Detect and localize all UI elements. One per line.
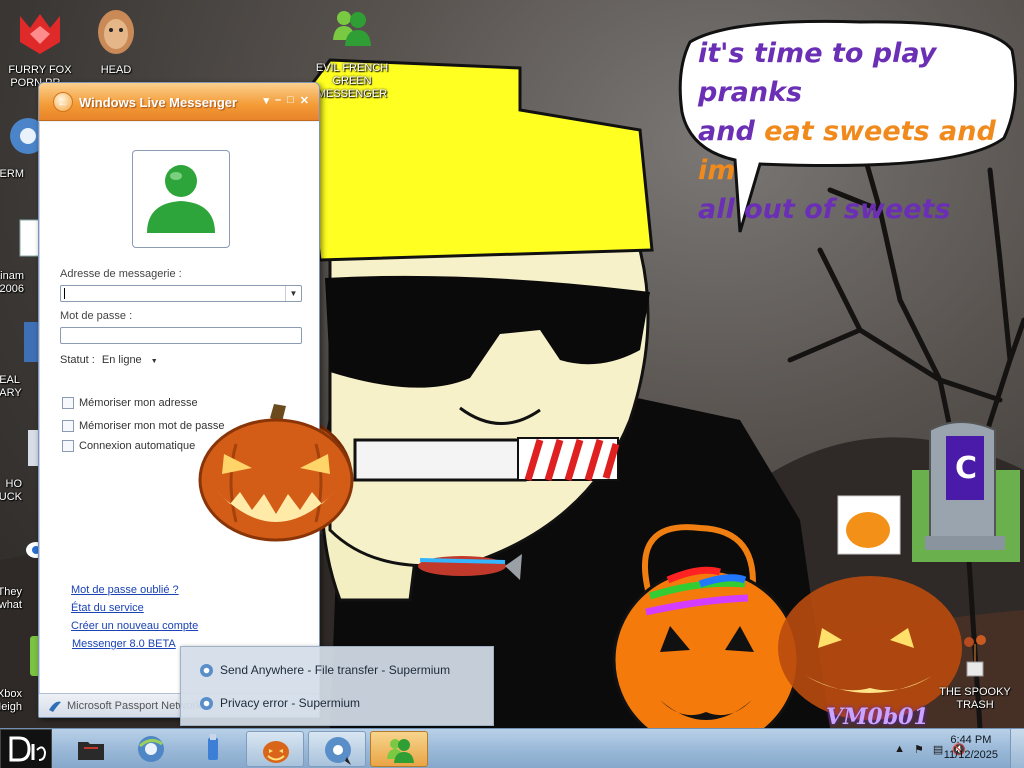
desktop-icon-furry-fox[interactable]: FURRY FOX PORN PR...: [0, 8, 80, 90]
taskbar-item-browser[interactable]: [122, 731, 180, 767]
password-label: Mot de passe :: [60, 310, 133, 322]
taskbar-item-pumpkin[interactable]: [246, 731, 304, 767]
checkbox-box: [62, 397, 74, 409]
tray-expand-icon[interactable]: ▲: [894, 743, 905, 755]
password-field[interactable]: [60, 327, 302, 344]
speech-line-3: all out of sweets: [698, 194, 951, 225]
speech-line-1: it's time to play pranks: [698, 38, 937, 108]
pumpkin-icon: [263, 741, 289, 763]
supermium-icon: [325, 737, 351, 765]
service-status-link[interactable]: État du service: [71, 602, 144, 614]
desktop-icon-evil-french-messenger[interactable]: EVIL FRENCH GREEN MESSENGER: [312, 6, 392, 101]
messenger-window: ← Windows Live Messenger ▾ – □ ✕ Adresse…: [38, 82, 320, 718]
fox-logo-icon: [20, 14, 60, 54]
checkbox-box: [62, 440, 74, 452]
create-account-link[interactable]: Créer un nouveau compte: [71, 620, 198, 632]
pumpkin-sticker: [198, 404, 354, 542]
checkbox-box: [62, 420, 74, 432]
action-center-flag-icon[interactable]: ⚑: [914, 743, 924, 756]
speech-line-2: and eat sweets and im: [698, 116, 996, 186]
taskbar-clock[interactable]: 6:44 PM 11/12/2025: [944, 733, 998, 763]
messenger-titlebar[interactable]: ← Windows Live Messenger ▾ – □ ✕: [39, 83, 319, 121]
text-caret: [64, 288, 65, 299]
remember-address-checkbox[interactable]: Mémoriser mon adresse: [62, 397, 198, 409]
status-dropdown-icon: ▼: [150, 358, 158, 365]
taskbar-item-usb[interactable]: [184, 731, 242, 767]
minimize-button[interactable]: –: [275, 94, 281, 107]
passport-icon: [49, 701, 61, 712]
window-list-item-privacy-error[interactable]: Privacy error - Supermium: [199, 692, 360, 714]
email-dropdown-button[interactable]: ▼: [285, 286, 301, 301]
supermium-icon: [200, 663, 213, 677]
window-title: Windows Live Messenger: [79, 95, 238, 110]
window-list-item-send-anywhere[interactable]: Send Anywhere - File transfer - Supermiu…: [199, 659, 450, 681]
taskbar-item-folder[interactable]: [62, 731, 120, 767]
back-arrow-icon[interactable]: ←: [53, 92, 73, 112]
clock-date: 11/12/2025: [943, 749, 998, 761]
taskbar-item-messenger[interactable]: [370, 731, 428, 767]
network-icon[interactable]: ▤: [933, 743, 943, 756]
recycle-bin-icon: [964, 635, 986, 677]
start-button[interactable]: [0, 729, 52, 768]
signature-text: VM0b01: [826, 704, 929, 728]
display-picture[interactable]: [132, 150, 230, 248]
close-button[interactable]: ✕: [300, 94, 309, 107]
show-desktop-button[interactable]: [1010, 729, 1024, 768]
usb-drive-icon: [208, 734, 218, 760]
taskbar-item-supermium[interactable]: [308, 731, 366, 767]
status-value: En ligne: [101, 354, 142, 366]
messenger-buddy-icon: [333, 11, 371, 46]
desktop-icon-spooky-trash[interactable]: THE SPOOKY TRASH: [935, 630, 1015, 712]
browser-icon: [138, 736, 164, 762]
forgot-password-link[interactable]: Mot de passe oublié ?: [71, 584, 179, 596]
messenger-beta-link[interactable]: Messenger 8.0 BETA: [72, 638, 176, 650]
desktop-icon-head[interactable]: HEAD: [76, 8, 156, 77]
status-selector[interactable]: Statut : En ligne ▼: [60, 354, 158, 366]
window-controls: ▾ – □ ✕: [263, 94, 309, 107]
taskbar-window-list: Send Anywhere - File transfer - Supermiu…: [180, 646, 494, 726]
start-logo-icon: [9, 736, 47, 762]
speech-bubble-text: it's time to play pranks and eat sweets …: [698, 34, 1018, 229]
taskbar: ▲ ⚑ ▤ 🔇 6:44 PM 11/12/2025: [0, 728, 1024, 768]
email-label: Adresse de messagerie :: [60, 268, 182, 280]
supermium-icon: [200, 696, 213, 710]
messenger-buddy-icon: [387, 739, 414, 763]
maximize-button[interactable]: □: [287, 94, 294, 107]
dark-folder-icon: [78, 742, 104, 760]
buddy-avatar-icon: [147, 165, 215, 233]
svg-text:C: C: [955, 451, 977, 486]
menu-chevron-icon[interactable]: ▾: [263, 94, 269, 107]
head-face-icon: [98, 10, 134, 54]
email-field[interactable]: ▼: [60, 285, 302, 302]
auto-login-checkbox[interactable]: Connexion automatique: [62, 440, 195, 452]
clock-time: 6:44 PM: [950, 734, 992, 746]
